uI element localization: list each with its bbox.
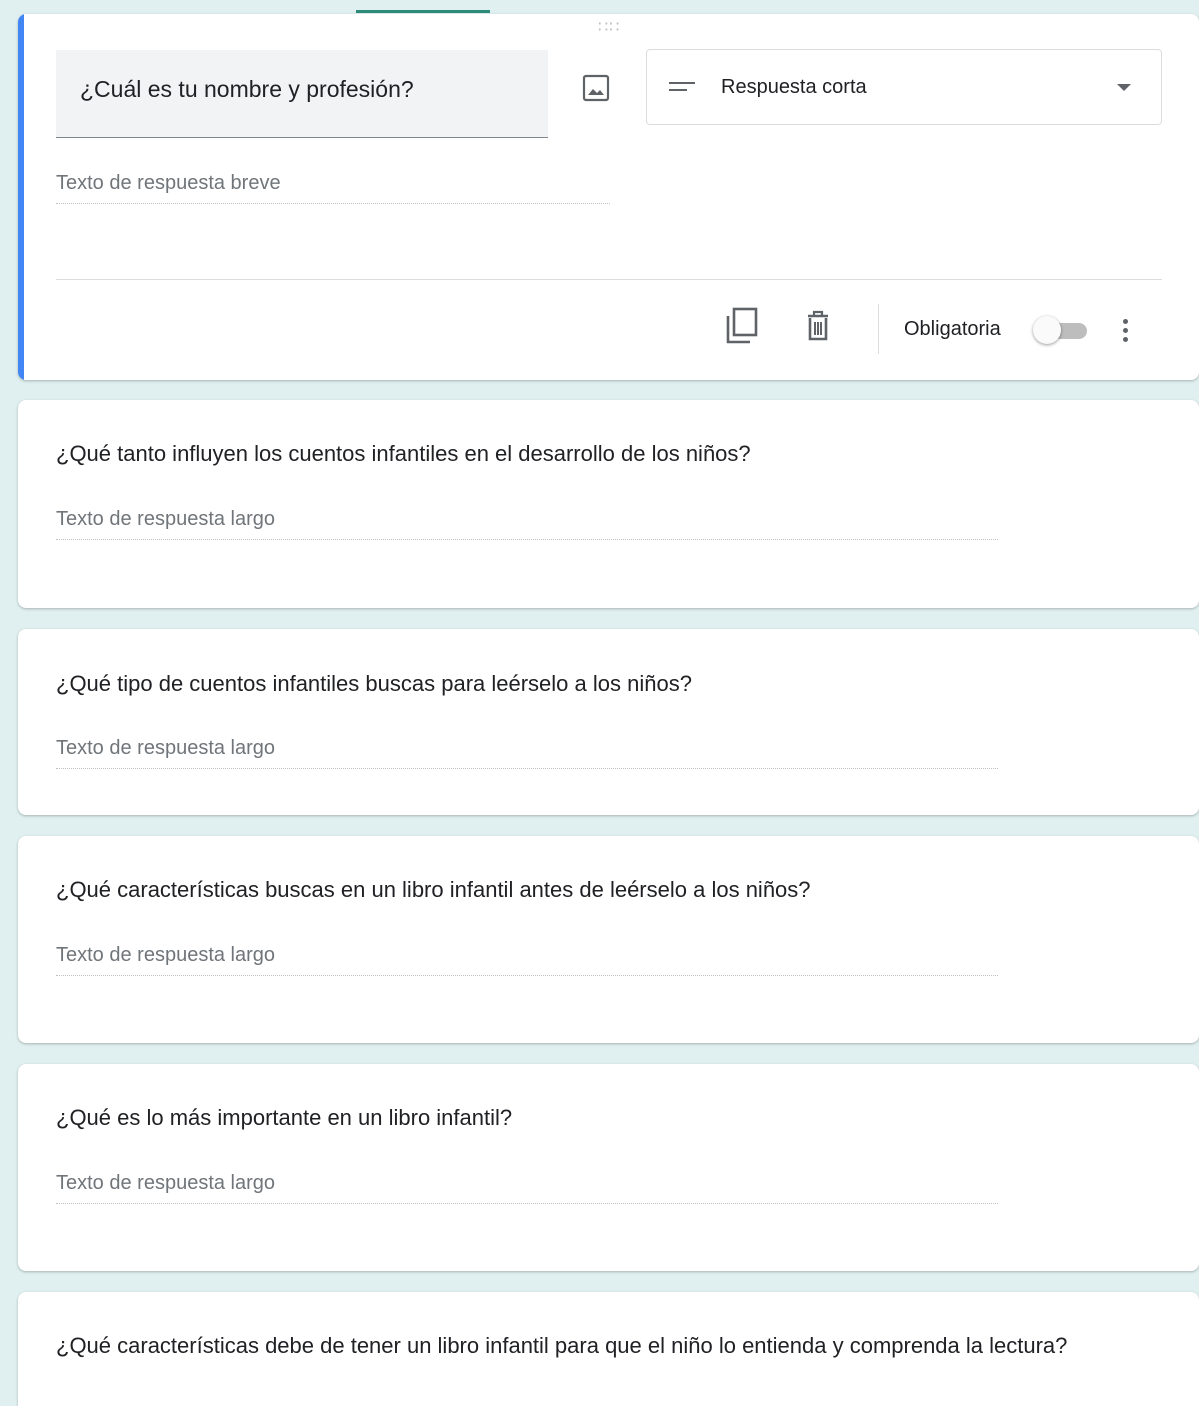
footer-separator [878, 304, 879, 354]
trash-icon [808, 310, 828, 341]
long-answer-placeholder: Texto de respuesta largo [56, 1172, 998, 1204]
question-title: ¿Qué tipo de cuentos infantiles buscas p… [56, 671, 692, 696]
question-title: ¿Qué características debe de tener un li… [56, 1333, 1068, 1358]
active-tab-indicator [356, 0, 490, 13]
question-card[interactable]: ¿Qué es lo más importante en un libro in… [18, 1064, 1199, 1271]
footer-divider [56, 279, 1162, 280]
question-title: ¿Qué es lo más importante en un libro in… [56, 1105, 513, 1130]
long-answer-placeholder: Texto de respuesta largo [56, 737, 998, 769]
question-title: ¿Qué tanto influyen los cuentos infantil… [56, 441, 751, 466]
more-options-button[interactable] [1108, 310, 1142, 350]
short-answer-placeholder: Texto de respuesta breve [56, 172, 610, 204]
toggle-thumb [1033, 316, 1061, 344]
question-title-input[interactable]: ¿Cuál es tu nombre y profesión? [56, 50, 548, 138]
drag-handle-icon[interactable]: ∷∷ [598, 20, 620, 36]
question-card[interactable]: ¿Qué tanto influyen los cuentos infantil… [18, 400, 1199, 608]
long-answer-placeholder: Texto de respuesta largo [56, 508, 998, 540]
top-strip [0, 0, 1199, 14]
active-question-card[interactable]: ∷∷ ¿Cuál es tu nombre y profesión? Respu… [18, 14, 1199, 380]
required-label: Obligatoria [904, 318, 1001, 340]
duplicate-button[interactable] [722, 306, 762, 346]
required-toggle[interactable] [1031, 314, 1091, 346]
question-card[interactable]: ¿Qué tipo de cuentos infantiles buscas p… [18, 629, 1199, 815]
question-title: ¿Qué características buscas en un libro … [56, 877, 811, 902]
delete-button[interactable] [798, 306, 838, 346]
long-answer-placeholder: Texto de respuesta largo [56, 944, 998, 976]
more-vert-icon [1122, 318, 1128, 324]
add-image-button[interactable] [580, 72, 612, 104]
copy-icon [726, 307, 758, 344]
question-type-select[interactable]: Respuesta corta [646, 49, 1162, 125]
dropdown-arrow-icon [1117, 84, 1131, 91]
question-card[interactable]: ¿Qué características buscas en un libro … [18, 836, 1199, 1043]
question-type-label: Respuesta corta [721, 75, 867, 98]
question-card[interactable]: ¿Qué características debe de tener un li… [18, 1292, 1199, 1406]
short-answer-icon [669, 80, 697, 94]
image-icon [582, 74, 610, 102]
